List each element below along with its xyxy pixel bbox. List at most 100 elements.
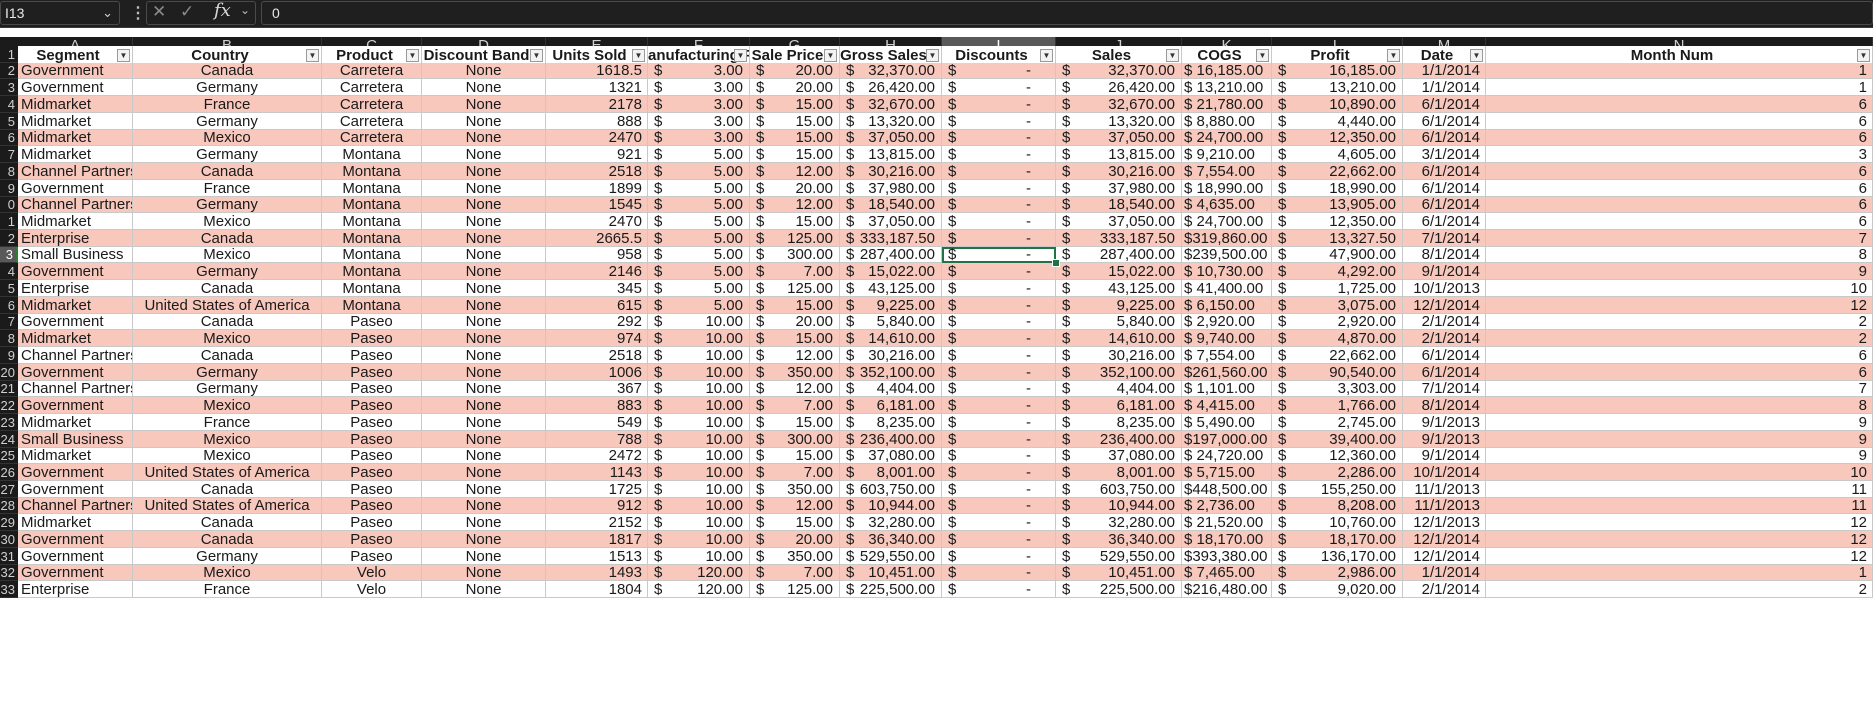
cell-l[interactable]: $90,540.00 xyxy=(1272,364,1403,381)
cell-c[interactable]: Montana xyxy=(322,297,422,314)
cell-j[interactable]: $32,370.00 xyxy=(1056,63,1182,79)
cell-j[interactable]: $8,235.00 xyxy=(1056,414,1182,431)
cell-a[interactable]: Channel Partners xyxy=(18,197,133,213)
row-header-18[interactable]: 8 xyxy=(0,330,18,347)
cell-f[interactable]: $5.00 xyxy=(648,213,750,230)
cell-h[interactable]: $30,216.00 xyxy=(840,347,942,364)
cell-l[interactable]: $1,766.00 xyxy=(1272,397,1403,414)
cell-h[interactable]: $6,181.00 xyxy=(840,397,942,414)
cell-l[interactable]: $4,440.00 xyxy=(1272,113,1403,130)
cell-c[interactable]: Carretera xyxy=(322,130,422,146)
cell-e[interactable]: 2665.5 xyxy=(546,230,648,247)
cell-b[interactable]: Germany xyxy=(133,263,322,280)
cell-j[interactable]: $43,125.00 xyxy=(1056,280,1182,297)
cell-h[interactable]: $30,216.00 xyxy=(840,163,942,180)
cell-h[interactable]: $36,340.00 xyxy=(840,531,942,548)
row-header-12[interactable]: 2 xyxy=(0,230,18,247)
cell-f[interactable]: $10.00 xyxy=(648,347,750,364)
cell-h[interactable]: $352,100.00 xyxy=(840,364,942,381)
cell-d[interactable]: None xyxy=(422,548,546,565)
cell-n[interactable]: 10 xyxy=(1486,464,1873,481)
cell-e[interactable]: 2518 xyxy=(546,347,648,364)
cell-j[interactable]: $37,980.00 xyxy=(1056,180,1182,197)
cell-f[interactable]: $5.00 xyxy=(648,297,750,314)
cell-e[interactable]: 1725 xyxy=(546,481,648,498)
cell-f[interactable]: $10.00 xyxy=(648,548,750,565)
cell-n[interactable]: 2 xyxy=(1486,581,1873,598)
filter-dropdown-icon[interactable]: ▼ xyxy=(926,49,939,62)
cell-b[interactable]: Canada xyxy=(133,347,322,364)
active-cell-i13[interactable]: $ - xyxy=(942,247,1056,263)
cell-d[interactable]: None xyxy=(422,531,546,548)
cell-n[interactable]: 6 xyxy=(1486,197,1873,213)
cell-k[interactable]: $261,560.00 xyxy=(1182,364,1272,381)
cell-j[interactable]: $236,400.00 xyxy=(1056,431,1182,448)
cell-a[interactable]: Midmarket xyxy=(18,514,133,531)
row-header-33[interactable]: 33 xyxy=(0,581,18,598)
cell-g[interactable]: $7.00 xyxy=(750,565,840,581)
cell-g[interactable]: $300.00 xyxy=(750,431,840,448)
cell-a[interactable]: Midmarket xyxy=(18,113,133,130)
cell-m[interactable]: 8/1/2014 xyxy=(1403,247,1486,263)
cell-e[interactable]: 1618.5 xyxy=(546,63,648,79)
cell-n[interactable]: 6 xyxy=(1486,113,1873,130)
cell-c[interactable]: Paseo xyxy=(322,531,422,548)
cell-n[interactable]: 3 xyxy=(1486,146,1873,163)
cell-g[interactable]: $20.00 xyxy=(750,79,840,96)
cell-l[interactable]: $2,745.00 xyxy=(1272,414,1403,431)
cell-f[interactable]: $10.00 xyxy=(648,498,750,514)
cell-i[interactable]: $ - xyxy=(942,146,1056,163)
row-header-23[interactable]: 23 xyxy=(0,414,18,431)
cell-n[interactable]: 6 xyxy=(1486,96,1873,113)
cell-n[interactable]: 1 xyxy=(1486,79,1873,96)
cell-h[interactable]: $10,944.00 xyxy=(840,498,942,514)
more-options-icon[interactable]: ⋮ xyxy=(130,3,146,23)
cell-h[interactable]: $9,225.00 xyxy=(840,297,942,314)
cell-j[interactable]: $352,100.00 xyxy=(1056,364,1182,381)
cell-b[interactable]: Mexico xyxy=(133,565,322,581)
cell-j[interactable]: $13,320.00 xyxy=(1056,113,1182,130)
cancel-icon[interactable]: ✕ xyxy=(152,2,166,22)
cell-l[interactable]: $18,170.00 xyxy=(1272,531,1403,548)
cell-n[interactable]: 6 xyxy=(1486,213,1873,230)
cell-g[interactable]: $12.00 xyxy=(750,381,840,397)
cell-l[interactable]: $4,605.00 xyxy=(1272,146,1403,163)
cell-e[interactable]: 2178 xyxy=(546,96,648,113)
insert-function-icon[interactable]: fx xyxy=(214,0,231,21)
cell-j[interactable]: $37,050.00 xyxy=(1056,213,1182,230)
row-header-21[interactable]: 21 xyxy=(0,381,18,397)
cell-l[interactable]: $4,292.00 xyxy=(1272,263,1403,280)
cell-a[interactable]: Government xyxy=(18,79,133,96)
cell-g[interactable]: $15.00 xyxy=(750,146,840,163)
cell-a[interactable]: Enterprise xyxy=(18,230,133,247)
cell-i[interactable]: $ - xyxy=(942,481,1056,498)
filter-dropdown-icon[interactable]: ▼ xyxy=(530,49,543,62)
cell-i[interactable]: $ - xyxy=(942,381,1056,397)
row-header-9[interactable]: 9 xyxy=(0,180,18,197)
cell-k[interactable]: $239,500.00 xyxy=(1182,247,1272,263)
cell-a[interactable]: Midmarket xyxy=(18,96,133,113)
cell-g[interactable]: $300.00 xyxy=(750,247,840,263)
cell-g[interactable]: $15.00 xyxy=(750,514,840,531)
cell-l[interactable]: $9,020.00 xyxy=(1272,581,1403,598)
cell-k[interactable]: $ 24,700.00 xyxy=(1182,213,1272,230)
cell-m[interactable]: 6/1/2014 xyxy=(1403,96,1486,113)
cell-b[interactable]: Mexico xyxy=(133,330,322,347)
cell-n[interactable]: 11 xyxy=(1486,481,1873,498)
cell-g[interactable]: $20.00 xyxy=(750,531,840,548)
cell-m[interactable]: 6/1/2014 xyxy=(1403,347,1486,364)
cell-m[interactable]: 10/1/2013 xyxy=(1403,280,1486,297)
cell-d[interactable]: None xyxy=(422,481,546,498)
cell-f[interactable]: $10.00 xyxy=(648,397,750,414)
cell-e[interactable]: 1006 xyxy=(546,364,648,381)
cell-n[interactable]: 10 xyxy=(1486,280,1873,297)
cell-k[interactable]: $ 6,150.00 xyxy=(1182,297,1272,314)
cell-b[interactable]: Canada xyxy=(133,514,322,531)
cell-m[interactable]: 9/1/2013 xyxy=(1403,414,1486,431)
cell-n[interactable]: 9 xyxy=(1486,263,1873,280)
cell-i[interactable]: $ - xyxy=(942,79,1056,96)
cell-h[interactable]: $26,420.00 xyxy=(840,79,942,96)
cell-l[interactable]: $10,760.00 xyxy=(1272,514,1403,531)
cell-e[interactable]: 1321 xyxy=(546,79,648,96)
cell-l[interactable]: $10,890.00 xyxy=(1272,96,1403,113)
